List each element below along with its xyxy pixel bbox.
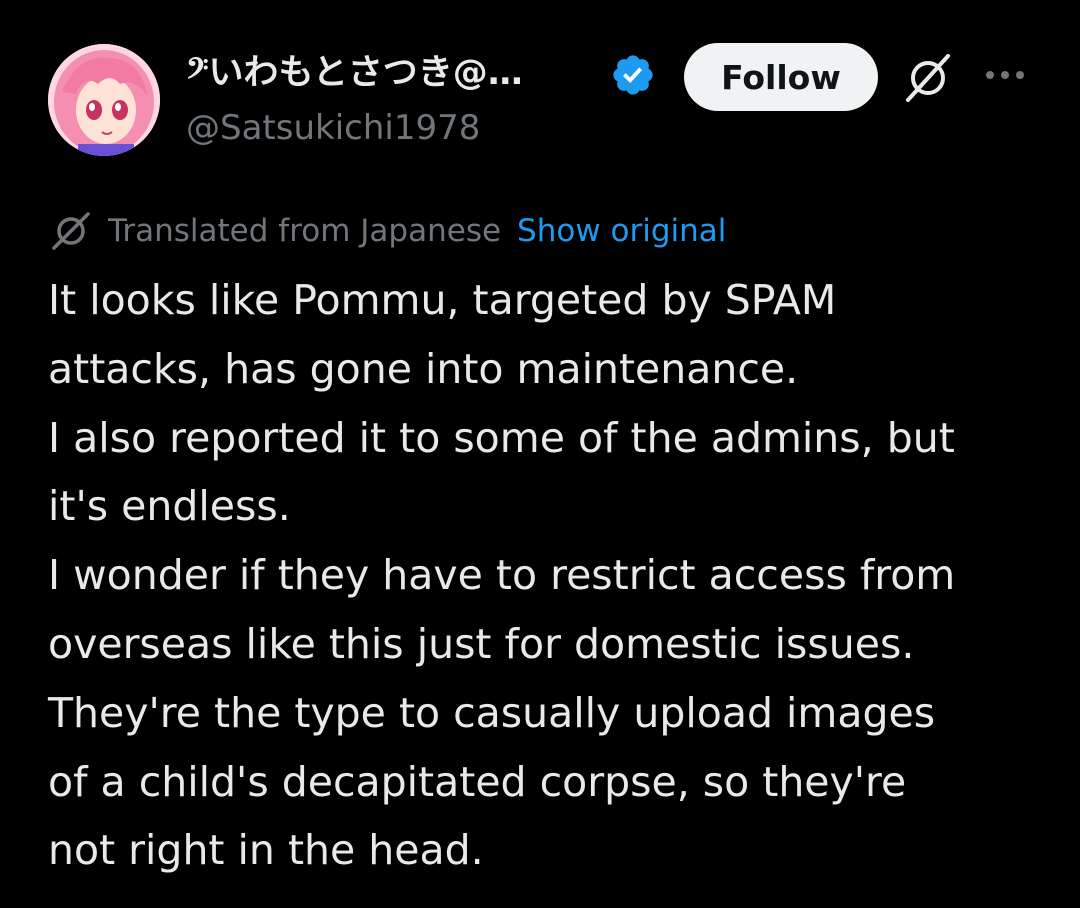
follow-button[interactable]: Follow <box>684 43 878 111</box>
tweet-line: I wonder if they have to restrict access… <box>48 551 956 600</box>
tweet-line: They're the type to casually upload imag… <box>48 688 936 737</box>
verified-badge-icon <box>610 52 656 98</box>
translate-icon <box>48 208 94 254</box>
translation-label: Translated from Japanese <box>108 213 502 249</box>
avatar-image <box>48 44 160 156</box>
show-original-link[interactable]: Show original <box>517 213 726 249</box>
tweet-line: it's endless. <box>48 482 291 531</box>
tweet-text: It looks like Pommu, targeted by SPAM at… <box>48 266 1048 885</box>
tweet-line: attacks, has gone into maintenance. <box>48 344 799 393</box>
more-options-icon[interactable] <box>980 60 1030 90</box>
tweet-line: I also reported it to some of the admins… <box>48 413 955 462</box>
tweet-line: It looks like Pommu, targeted by SPAM <box>48 276 837 324</box>
tweet-line: not right in the head. <box>48 826 484 875</box>
user-handle[interactable]: @Satsukichi1978 <box>186 106 480 150</box>
translation-bar: Translated from Japanese Show original <box>48 208 726 254</box>
grok-icon[interactable] <box>900 50 956 106</box>
avatar[interactable] <box>48 44 160 156</box>
display-name[interactable]: 𝄢いわもとさつき@… <box>186 50 586 96</box>
tweet-line: of a child's decapitated corpse, so they… <box>48 757 907 806</box>
tweet-line: overseas like this just for domestic iss… <box>48 619 915 668</box>
